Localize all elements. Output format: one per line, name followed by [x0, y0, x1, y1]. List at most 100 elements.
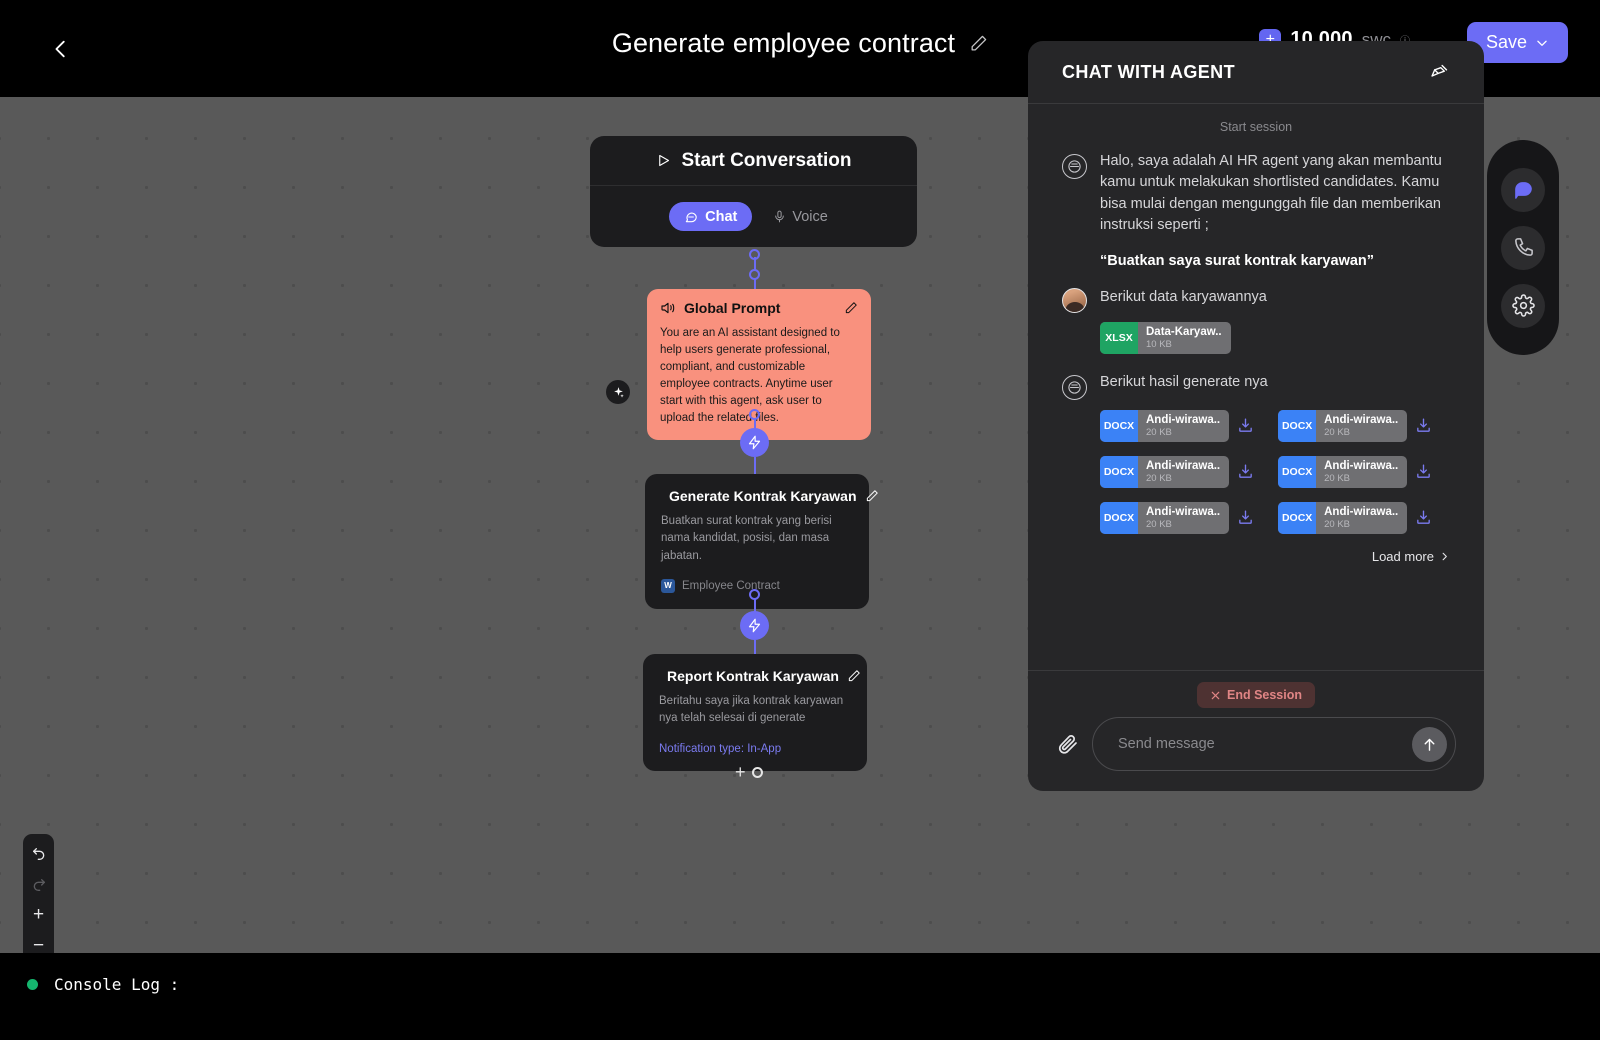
plus-icon: +	[735, 762, 746, 782]
agent-logo-icon	[1068, 381, 1081, 394]
bot-result-message: Berikut hasil generate nya	[1062, 372, 1450, 400]
file-name: Andi-wirawa..	[1146, 459, 1221, 472]
file-card-docx[interactable]: DOCX Andi-wirawa.. 20 KB	[1100, 409, 1230, 442]
file-card-docx[interactable]: DOCX Andi-wirawa.. 20 KB	[1278, 409, 1408, 442]
docx-file-icon: DOCX	[1278, 501, 1317, 534]
result-file-item[interactable]: DOCX Andi-wirawa.. 20 KB	[1278, 455, 1432, 488]
user-message-body: Berikut data karyawannya	[1100, 287, 1267, 309]
rail-chat-button[interactable]	[1501, 167, 1545, 212]
user-message-text: Berikut data karyawannya	[1100, 288, 1267, 305]
add-node-button[interactable]: +	[735, 763, 763, 781]
file-size: 20 KB	[1324, 518, 1351, 530]
result-file-item[interactable]: DOCX Andi-wirawa.. 20 KB	[1100, 409, 1254, 442]
file-size: 20 KB	[1324, 472, 1351, 484]
file-name: Andi-wirawa..	[1324, 459, 1399, 472]
result-file-item[interactable]: DOCX Andi-wirawa.. 20 KB	[1100, 501, 1254, 534]
chat-panel-header: CHAT WITH AGENT	[1028, 41, 1484, 104]
load-more-button[interactable]: Load more	[1062, 549, 1450, 564]
chat-bubble-icon	[685, 212, 697, 222]
mode-voice-label: Voice	[792, 208, 828, 225]
node-generate-kontrak-karyawan[interactable]: Generate Kontrak Karyawan Buatkan surat …	[645, 474, 878, 609]
zoom-out-button[interactable]: −	[28, 934, 50, 954]
automation-bolt-button[interactable]	[740, 611, 769, 640]
title-edit-pencil-icon[interactable]	[969, 34, 988, 53]
download-icon[interactable]	[1237, 509, 1254, 526]
result-file-item[interactable]: DOCX Andi-wirawa.. 20 KB	[1100, 455, 1254, 488]
message-input-wrapper[interactable]	[1092, 717, 1456, 771]
word-file-icon: W	[661, 578, 675, 593]
megaphone-icon	[661, 302, 675, 314]
download-icon[interactable]	[1415, 463, 1432, 480]
microphone-icon	[775, 210, 785, 223]
file-meta: Andi-wirawa.. 20 KB	[1138, 410, 1229, 442]
console-log-label: Console Log :	[54, 975, 180, 994]
docx-file-icon: DOCX	[1278, 455, 1317, 488]
start-node-header: Start Conversation	[590, 136, 917, 186]
page-title: Generate employee contract	[611, 28, 956, 58]
automation-bolt-button[interactable]	[740, 428, 769, 457]
file-card-docx[interactable]: DOCX Andi-wirawa.. 20 KB	[1278, 501, 1408, 534]
docx-file-icon: DOCX	[1278, 409, 1317, 442]
circle-icon	[751, 766, 763, 778]
chat-message-list: Start session Halo, saya adalah AI HR ag…	[1028, 104, 1484, 670]
file-card-docx[interactable]: DOCX Andi-wirawa.. 20 KB	[1100, 501, 1230, 534]
lightning-bolt-icon	[748, 618, 761, 633]
zoom-out-label: −	[32, 934, 45, 954]
rail-settings-button[interactable]	[1501, 283, 1545, 328]
gear-icon	[1511, 294, 1535, 317]
file-name: Andi-wirawa..	[1146, 413, 1221, 426]
mode-chat-label: Chat	[705, 208, 738, 225]
global-prompt-edit-pencil-icon[interactable]	[844, 301, 858, 315]
generate-node-tag-label: Employee Contract	[682, 579, 780, 592]
right-side-rail	[1487, 140, 1559, 355]
result-file-item[interactable]: DOCX Andi-wirawa.. 20 KB	[1278, 409, 1432, 442]
download-icon[interactable]	[1415, 509, 1432, 526]
end-session-button[interactable]: End Session	[1197, 682, 1315, 708]
console-log-bar: Console Log :	[0, 953, 1600, 1040]
download-icon[interactable]	[1237, 463, 1254, 480]
send-message-input[interactable]	[1118, 736, 1412, 752]
app-root: Generate employee contract + 10,000 swc …	[0, 0, 1600, 1040]
rail-call-button[interactable]	[1501, 225, 1545, 270]
close-icon	[1211, 691, 1220, 699]
mode-voice-button[interactable]: Voice	[763, 202, 837, 231]
ai-sparkle-button[interactable]	[606, 380, 630, 404]
download-icon[interactable]	[1237, 417, 1254, 434]
broom-icon[interactable]	[1429, 62, 1450, 83]
lightning-bolt-icon	[748, 435, 761, 450]
docx-file-icon: DOCX	[1100, 409, 1138, 442]
chevron-right-icon	[1442, 552, 1447, 561]
file-card-xlsx[interactable]: XLSX Data-Karyaw.. 10 KB	[1100, 321, 1231, 354]
redo-button[interactable]	[28, 872, 50, 894]
start-node-title: Start Conversation	[681, 149, 852, 171]
zoom-in-button[interactable]: +	[28, 903, 50, 925]
save-button-label: Save	[1485, 32, 1527, 52]
report-node-title: Report Kontrak Karyawan	[667, 668, 839, 684]
download-icon[interactable]	[1415, 417, 1432, 434]
console-status-dot	[27, 979, 38, 990]
load-more-label: Load more	[1371, 548, 1434, 564]
node-start-conversation[interactable]: Start Conversation Chat Voice	[590, 136, 917, 247]
result-file-item[interactable]: DOCX Andi-wirawa.. 20 KB	[1278, 501, 1432, 534]
connector-line	[754, 457, 756, 475]
node-report-kontrak-karyawan[interactable]: Report Kontrak Karyawan Beritahu saya ji…	[643, 654, 867, 771]
file-card-docx[interactable]: DOCX Andi-wirawa.. 20 KB	[1278, 455, 1408, 488]
send-message-button[interactable]	[1412, 726, 1447, 762]
undo-button[interactable]	[28, 841, 50, 863]
undo-icon	[32, 848, 44, 860]
mode-chat-button[interactable]: Chat	[669, 202, 753, 231]
redo-icon	[33, 879, 45, 891]
xlsx-file-icon: XLSX	[1100, 321, 1138, 354]
report-node-notification-type: Notification type: In-App	[659, 742, 782, 755]
chevron-down-icon	[1537, 40, 1547, 46]
message-input-row	[1056, 717, 1456, 771]
report-node-header: Report Kontrak Karyawan	[659, 668, 860, 684]
file-meta: Data-Karyaw.. 10 KB	[1138, 322, 1231, 354]
user-avatar	[1062, 287, 1087, 313]
generate-node-edit-pencil-icon[interactable]	[865, 489, 879, 503]
paperclip-icon[interactable]	[1056, 732, 1080, 756]
bot-message-body: Halo, saya adalah AI HR agent yang akan …	[1100, 151, 1450, 269]
docx-file-icon: DOCX	[1100, 501, 1138, 534]
file-card-docx[interactable]: DOCX Andi-wirawa.. 20 KB	[1100, 455, 1230, 488]
report-node-edit-pencil-icon[interactable]	[847, 669, 861, 683]
